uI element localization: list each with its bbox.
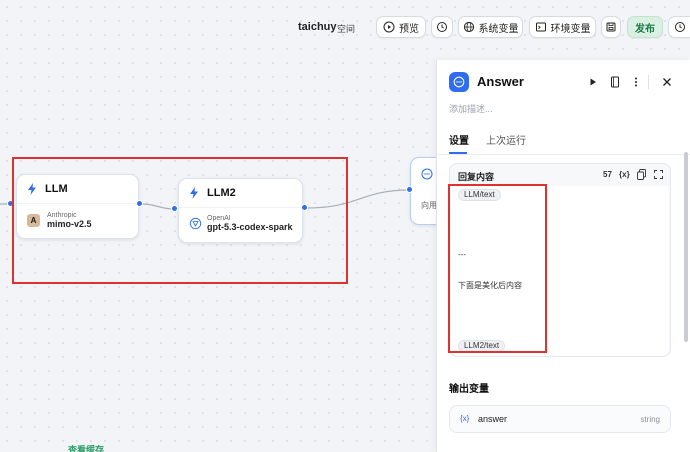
panel-scrollbar[interactable] [684,152,688,342]
close-icon[interactable] [662,77,672,87]
answer-node-preview: 向用 [421,201,437,210]
tabs-divider [437,154,690,155]
reply-content-label: 回复内容 [458,172,495,182]
copy-icon[interactable] [637,169,646,180]
active-tab-indicator [449,152,467,154]
help-book-icon[interactable] [610,76,620,88]
answer-input-port[interactable] [406,186,413,193]
description-input[interactable]: 添加描述... [449,102,493,115]
tab-last-run[interactable]: 上次运行 [486,132,526,147]
panel-title: Answer [477,74,524,89]
output-variables-title: 输出变量 [449,384,489,395]
selection-highlight [12,157,348,284]
chat-bubble-icon [421,168,433,180]
output-variable-row: {x} answer string [449,405,671,433]
expand-icon[interactable] [654,170,663,179]
tab-settings[interactable]: 设置 [449,132,469,147]
editor-highlight [448,184,547,353]
run-icon[interactable] [588,77,598,87]
chat-bubble-icon [453,76,465,88]
variable-icon: {x} [460,414,470,423]
output-variable-name: answer [478,414,508,424]
insert-variable-button[interactable]: {x} [619,170,630,179]
view-cache-link[interactable]: 查看缓存 [68,443,104,452]
answer-node-icon [449,72,469,92]
more-options-icon[interactable] [632,76,640,88]
output-variable-type: string [640,415,660,424]
char-count: 57 [603,170,612,179]
